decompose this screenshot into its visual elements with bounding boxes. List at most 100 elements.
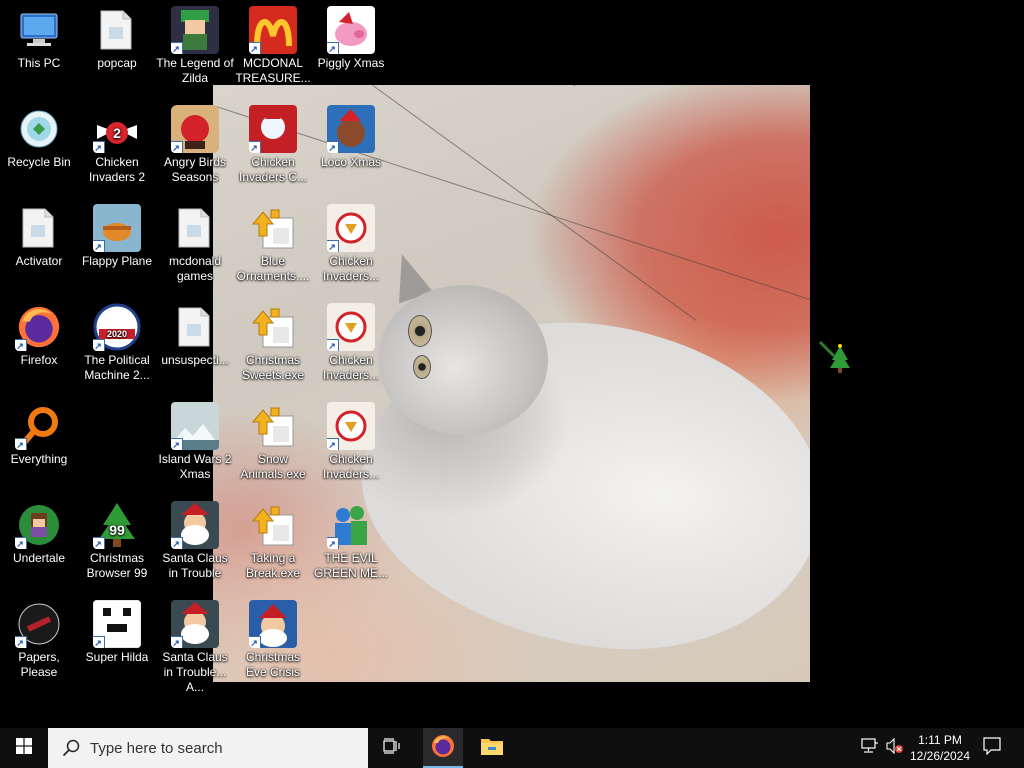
- windows-logo-icon: [16, 737, 32, 759]
- firefox-icon: [431, 734, 455, 763]
- firefox-icon: ↗: [15, 303, 63, 351]
- desktop-icon-label: mcdonald games: [168, 254, 222, 283]
- shortcut-arrow-icon: ↗: [93, 636, 105, 648]
- santa-claus-icon: ↗: [171, 501, 219, 549]
- desktop-icon-label: Island Wars 2 Xmas: [158, 452, 232, 481]
- folder-icon: [93, 6, 141, 54]
- shortcut-arrow-icon: ↗: [15, 537, 27, 549]
- taskbar-clock[interactable]: 1:11 PM 12/26/2024: [900, 732, 980, 764]
- desktop-icon-the-evil-green-me[interactable]: ↗ THE EVIL GREEN ME...: [312, 501, 390, 581]
- desktop-icon-santa-claus-in-trouble-a[interactable]: ↗ Santa Claus in Trouble... A...: [156, 600, 234, 695]
- shortcut-arrow-icon: ↗: [327, 240, 339, 252]
- desktop-icon-label: Taking a Break.exe: [245, 551, 301, 580]
- recycle-bin-icon: [15, 105, 63, 153]
- desktop-icon-loco-xmas[interactable]: ↗ Loco Xmas: [312, 105, 390, 170]
- desktop-icon-christmas-sweets-exe[interactable]: Christmas Sweets.exe: [234, 303, 312, 383]
- desktop-icon-flappy-plane[interactable]: ↗ Flappy Plane: [78, 204, 156, 269]
- desktop-icon-chicken-invaders-2[interactable]: 2 ↗ Chicken Invaders 2: [78, 105, 156, 185]
- desktop-icon-everything[interactable]: ↗ Everything: [0, 402, 78, 467]
- desktop-icon-label: unsuspecti...: [161, 353, 229, 367]
- desktop-icon-label: Christmas Eve Crisis: [245, 650, 300, 679]
- shortcut-arrow-icon: ↗: [249, 636, 261, 648]
- christmas-tree-cursor-icon: [818, 340, 852, 374]
- notification-icon: [983, 736, 1001, 760]
- desktop-icon-label: Recycle Bin: [7, 155, 71, 169]
- shortcut-arrow-icon: ↗: [249, 42, 261, 54]
- desktop-icon-chicken-invaders[interactable]: ↗ Chicken Invaders...: [312, 402, 390, 482]
- desktop-icon-this-pc[interactable]: This PC: [0, 6, 78, 71]
- this-pc-icon: [15, 6, 63, 54]
- christmas-browser-icon: 99 ↗: [93, 501, 141, 549]
- desktop-icon-piggly-xmas[interactable]: ↗ Piggly Xmas: [312, 6, 390, 71]
- desktop-icon-mcdonald-games[interactable]: mcdonald games: [156, 204, 234, 284]
- desktop-icon-label: Papers, Please: [18, 650, 60, 679]
- puzzle-exe-icon: [249, 402, 297, 450]
- chicken-invaders-c-icon: ↗: [249, 105, 297, 153]
- desktop-icon-super-hilda[interactable]: ↗ Super Hilda: [78, 600, 156, 665]
- desktop-icon-unsuspecti[interactable]: unsuspecti...: [156, 303, 234, 368]
- desktop-icon-label: Flappy Plane: [81, 254, 153, 268]
- action-center-button[interactable]: [972, 728, 1012, 768]
- search-placeholder-text: Type here to search: [90, 739, 223, 757]
- flappy-plane-icon: ↗: [93, 204, 141, 252]
- desktop-icon-firefox[interactable]: ↗ Firefox: [0, 303, 78, 368]
- shortcut-arrow-icon: ↗: [15, 339, 27, 351]
- desktop-icon-christmas-eve-crisis[interactable]: ↗ Christmas Eve Crisis: [234, 600, 312, 680]
- taskbar-search-box[interactable]: Type here to search: [48, 728, 368, 768]
- christmas-eve-crisis-icon: ↗: [249, 600, 297, 648]
- shortcut-arrow-icon: ↗: [171, 141, 183, 153]
- desktop-icon-taking-a-break-exe[interactable]: Taking a Break.exe: [234, 501, 312, 581]
- desktop-icon-label: Santa Claus in Trouble... A...: [162, 650, 228, 694]
- desktop-icon-papers-please[interactable]: ↗ Papers, Please: [0, 600, 78, 680]
- loco-xmas-icon: ↗: [327, 105, 375, 153]
- desktop-icon-label: The Political Machine 2...: [84, 353, 150, 382]
- desktop-icon-island-wars-2-xmas[interactable]: ↗ Island Wars 2 Xmas: [156, 402, 234, 482]
- desktop-icon-label: Chicken Invaders...: [322, 353, 380, 382]
- shortcut-arrow-icon: ↗: [93, 339, 105, 351]
- desktop-icon-label: Angry Birds Seasons: [163, 155, 227, 184]
- political-machine-icon: 2020 ↗: [93, 303, 141, 351]
- desktop-icon-label: Chicken Invaders C...: [238, 155, 308, 184]
- shortcut-arrow-icon: ↗: [327, 141, 339, 153]
- puzzle-exe-icon: [249, 501, 297, 549]
- clock-date: 12/26/2024: [909, 749, 971, 763]
- desktop-icon-label: Christmas Sweets.exe: [241, 353, 305, 382]
- puzzle-exe-icon: [249, 204, 297, 252]
- start-button[interactable]: [0, 728, 48, 768]
- shortcut-arrow-icon: ↗: [93, 141, 105, 153]
- desktop-icon-mcdonal-treasure[interactable]: ↗ MCDONAL TREASURE...: [234, 6, 312, 86]
- desktop-icon-label: popcap: [97, 56, 137, 70]
- task-view-button[interactable]: [372, 728, 412, 768]
- desktop-icon-popcap[interactable]: popcap: [78, 6, 156, 71]
- desktop-icon-chicken-invaders[interactable]: ↗ Chicken Invaders...: [312, 303, 390, 383]
- desktop-icon-label: Undertale: [12, 551, 66, 565]
- shortcut-arrow-icon: ↗: [15, 636, 27, 648]
- desktop-icon-chicken-invaders-c[interactable]: ↗ Chicken Invaders C...: [234, 105, 312, 185]
- desktop-icon-snow-animals-exe[interactable]: Snow Animals.exe: [234, 402, 312, 482]
- taskbar-firefox-button[interactable]: [423, 728, 463, 768]
- desktop-icon-undertale[interactable]: ↗ Undertale: [0, 501, 78, 566]
- desktop-icon-recycle-bin[interactable]: Recycle Bin: [0, 105, 78, 170]
- desktop[interactable]: This PC popcap ↗ The Legend of Zilda ↗ MCDONA…: [0, 0, 1024, 728]
- super-hilda-icon: ↗: [93, 600, 141, 648]
- desktop-icon-the-legend-of-zilda[interactable]: ↗ The Legend of Zilda: [156, 6, 234, 86]
- desktop-icon-blue-ornaments[interactable]: Blue Ornaments....: [234, 204, 312, 284]
- desktop-icon-the-political-machine-2[interactable]: 2020 ↗ The Political Machine 2...: [78, 303, 156, 383]
- shortcut-arrow-icon: ↗: [249, 141, 261, 153]
- desktop-icon-activator[interactable]: Activator: [0, 204, 78, 269]
- desktop-icon-label: Santa Claus in Trouble: [162, 551, 228, 580]
- shortcut-arrow-icon: ↗: [93, 537, 105, 549]
- desktop-icon-christmas-browser-99[interactable]: 99 ↗ Christmas Browser 99: [78, 501, 156, 581]
- file-explorer-icon: [480, 736, 504, 761]
- desktop-icon-label: Chicken Invaders 2: [88, 155, 146, 184]
- desktop-icon-santa-claus-in-trouble[interactable]: ↗ Santa Claus in Trouble: [156, 501, 234, 581]
- network-icon: [861, 737, 879, 759]
- desktop-icon-label: Snow Animals.exe: [240, 452, 306, 481]
- desktop-icon-label: MCDONAL TREASURE...: [235, 56, 311, 85]
- everything-search-icon: ↗: [15, 402, 63, 450]
- shortcut-arrow-icon: ↗: [327, 339, 339, 351]
- desktop-icon-angry-birds-seasons[interactable]: ↗ Angry Birds Seasons: [156, 105, 234, 185]
- desktop-icon-label: The Legend of Zilda: [156, 56, 234, 85]
- desktop-icon-chicken-invaders[interactable]: ↗ Chicken Invaders...: [312, 204, 390, 284]
- taskbar-file-explorer-button[interactable]: [472, 728, 512, 768]
